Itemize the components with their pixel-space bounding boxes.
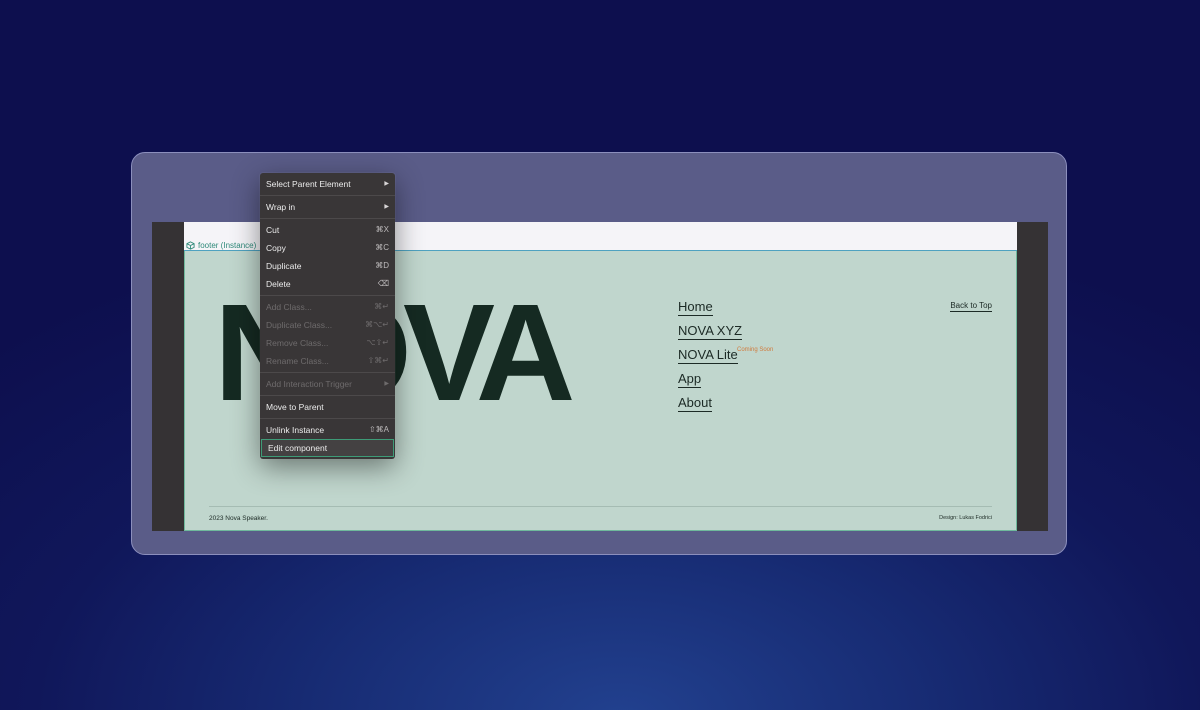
copyright-text: 2023 Nova Speaker. <box>209 515 268 522</box>
nav-link-label: About <box>678 395 712 412</box>
menu-item-shortcut: ⌘X <box>375 225 389 234</box>
menu-item-label: Add Interaction Trigger <box>266 379 352 389</box>
footer-divider <box>209 506 992 507</box>
footer-nav: Home NOVA XYZ NOVA Lite Coming Soon App … <box>678 299 773 420</box>
component-icon <box>186 241 195 250</box>
submenu-arrow-icon: ▶ <box>384 381 389 387</box>
nav-link-nova-lite[interactable]: NOVA Lite Coming Soon <box>678 347 773 364</box>
design-credit: Design: Lukas Fodrici <box>939 515 992 521</box>
submenu-arrow-icon: ▶ <box>384 181 389 187</box>
menu-item-label: Delete <box>266 279 291 289</box>
menu-item-label: Wrap in <box>266 202 296 212</box>
nav-link-label: NOVA XYZ <box>678 323 743 340</box>
menu-item-wrap-in[interactable]: Wrap in ▶ <box>260 198 395 216</box>
menu-item-shortcut: ⌘⌥↵ <box>365 320 389 329</box>
nav-link-app[interactable]: App <box>678 371 742 388</box>
menu-item-label: Select Parent Element <box>266 179 351 189</box>
menu-item-shortcut: ⌥⇧↵ <box>366 338 389 347</box>
menu-item-shortcut: ⌘C <box>375 243 389 252</box>
nav-link-home[interactable]: Home <box>678 299 742 316</box>
back-to-top-link[interactable]: Back to Top <box>950 301 992 312</box>
element-label[interactable]: footer (Instance) <box>186 241 256 250</box>
menu-item-edit-component[interactable]: Edit component <box>261 439 394 457</box>
menu-item-move-to-parent[interactable]: Move to Parent <box>260 398 395 416</box>
menu-item-shortcut: ⌘D <box>375 261 389 270</box>
element-label-text: footer (Instance) <box>198 241 257 250</box>
context-menu: Select Parent Element ▶ Wrap in ▶ Cut ⌘X… <box>260 173 395 459</box>
menu-item-duplicate-class: Duplicate Class... ⌘⌥↵ <box>260 316 395 334</box>
menu-item-shortcut: ⇧⌘↵ <box>367 356 389 365</box>
menu-item-cut[interactable]: Cut ⌘X <box>260 221 395 239</box>
menu-item-label: Duplicate Class... <box>266 320 333 330</box>
menu-item-add-interaction-trigger: Add Interaction Trigger ▶ <box>260 375 395 393</box>
menu-item-label: Edit component <box>268 443 328 453</box>
menu-item-label: Cut <box>266 225 280 235</box>
menu-item-label: Unlink Instance <box>266 425 325 435</box>
menu-separator <box>260 218 395 219</box>
menu-item-shortcut: ⇧⌘A <box>368 425 389 434</box>
menu-item-unlink-instance[interactable]: Unlink Instance ⇧⌘A <box>260 421 395 439</box>
submenu-arrow-icon: ▶ <box>384 204 389 210</box>
menu-item-shortcut: ⌫ <box>377 279 389 288</box>
menu-item-select-parent[interactable]: Select Parent Element ▶ <box>260 175 395 193</box>
menu-item-remove-class: Remove Class... ⌥⇧↵ <box>260 334 395 352</box>
menu-separator <box>260 395 395 396</box>
menu-separator <box>260 295 395 296</box>
nav-link-about[interactable]: About <box>678 395 742 412</box>
menu-separator <box>260 195 395 196</box>
menu-item-shortcut: ⌘↵ <box>374 302 389 311</box>
menu-item-rename-class: Rename Class... ⇧⌘↵ <box>260 352 395 370</box>
menu-item-delete[interactable]: Delete ⌫ <box>260 275 395 293</box>
menu-item-label: Duplicate <box>266 261 302 271</box>
nav-link-label: App <box>678 371 702 388</box>
nav-link-nova-xyz[interactable]: NOVA XYZ <box>678 323 743 340</box>
menu-item-label: Rename Class... <box>266 356 329 366</box>
menu-item-label: Remove Class... <box>266 338 329 348</box>
coming-soon-badge: Coming Soon <box>737 347 774 353</box>
nav-link-label: Home <box>678 299 713 316</box>
nav-link-label: NOVA Lite <box>678 347 738 364</box>
menu-separator <box>260 418 395 419</box>
menu-item-label: Add Class... <box>266 302 312 312</box>
menu-separator <box>260 372 395 373</box>
menu-item-label: Move to Parent <box>266 402 324 412</box>
menu-item-add-class: Add Class... ⌘↵ <box>260 298 395 316</box>
menu-item-copy[interactable]: Copy ⌘C <box>260 239 395 257</box>
menu-item-duplicate[interactable]: Duplicate ⌘D <box>260 257 395 275</box>
menu-item-label: Copy <box>266 243 286 253</box>
